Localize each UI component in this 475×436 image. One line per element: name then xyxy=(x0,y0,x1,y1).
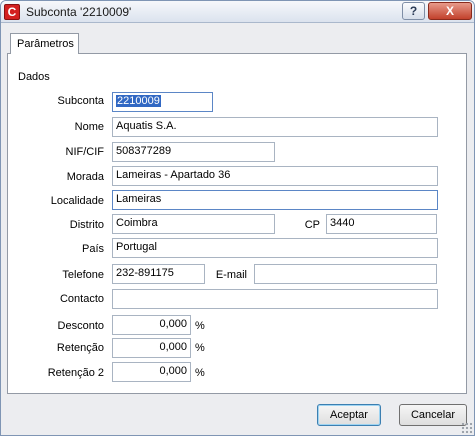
localidade-label: Localidade xyxy=(50,195,104,207)
email-label: E-mail xyxy=(215,269,247,281)
retencao2-field[interactable]: 0,000 xyxy=(112,362,191,382)
ok-button[interactable]: Aceptar xyxy=(317,404,381,426)
desconto-percent: % xyxy=(195,320,205,332)
cp-label: CP xyxy=(304,219,320,231)
cancel-button[interactable]: Cancelar xyxy=(399,404,467,426)
morada-field[interactable]: Lameiras - Apartado 36 xyxy=(112,166,438,186)
retencao-label: Retenção xyxy=(56,342,104,354)
telefone-field[interactable]: 232-891175 xyxy=(112,264,205,284)
pais-label: País xyxy=(81,243,104,255)
contacto-label: Contacto xyxy=(59,293,104,305)
nome-field[interactable]: Aquatis S.A. xyxy=(112,117,438,137)
close-button[interactable]: X xyxy=(428,2,472,20)
retencao2-percent: % xyxy=(195,367,205,379)
morada-label: Morada xyxy=(66,171,104,183)
window-title: Subconta '2210009' xyxy=(26,5,132,19)
dialog-window: C Subconta '2210009' ? X Parâmetros Dado… xyxy=(0,0,475,436)
localidade-field[interactable]: Lameiras xyxy=(112,190,438,210)
distrito-field[interactable]: Coimbra xyxy=(112,214,275,234)
retencao-percent: % xyxy=(195,342,205,354)
subconta-value: 2210009 xyxy=(116,95,161,107)
telefone-label: Telefone xyxy=(62,269,104,281)
help-icon: ? xyxy=(409,4,418,18)
tab-label: Parâmetros xyxy=(17,38,74,50)
nif-label: NIF/CIF xyxy=(65,146,105,158)
distrito-label: Distrito xyxy=(69,219,104,231)
tab-parametros[interactable]: Parâmetros xyxy=(10,33,79,54)
nome-label: Nome xyxy=(74,121,104,133)
title-bar[interactable]: C Subconta '2210009' ? X xyxy=(1,1,474,23)
group-title: Dados xyxy=(18,71,50,83)
subconta-label: Subconta xyxy=(57,95,104,107)
resize-grip-icon[interactable] xyxy=(461,422,473,434)
email-field[interactable] xyxy=(254,264,437,284)
retencao2-label: Retenção 2 xyxy=(47,367,104,379)
nif-field[interactable]: 508377289 xyxy=(112,142,275,162)
desconto-field[interactable]: 0,000 xyxy=(112,315,191,335)
pais-field[interactable]: Portugal xyxy=(112,238,438,258)
desconto-label: Desconto xyxy=(57,320,104,332)
subconta-field[interactable]: 2210009 xyxy=(112,92,213,112)
group-divider xyxy=(56,77,448,78)
app-icon[interactable]: C xyxy=(4,4,20,20)
close-icon: X xyxy=(445,4,454,18)
help-button[interactable]: ? xyxy=(402,2,425,20)
contacto-field[interactable] xyxy=(112,289,438,309)
retencao-field[interactable]: 0,000 xyxy=(112,338,191,358)
cp-field[interactable]: 3440 xyxy=(326,214,437,234)
